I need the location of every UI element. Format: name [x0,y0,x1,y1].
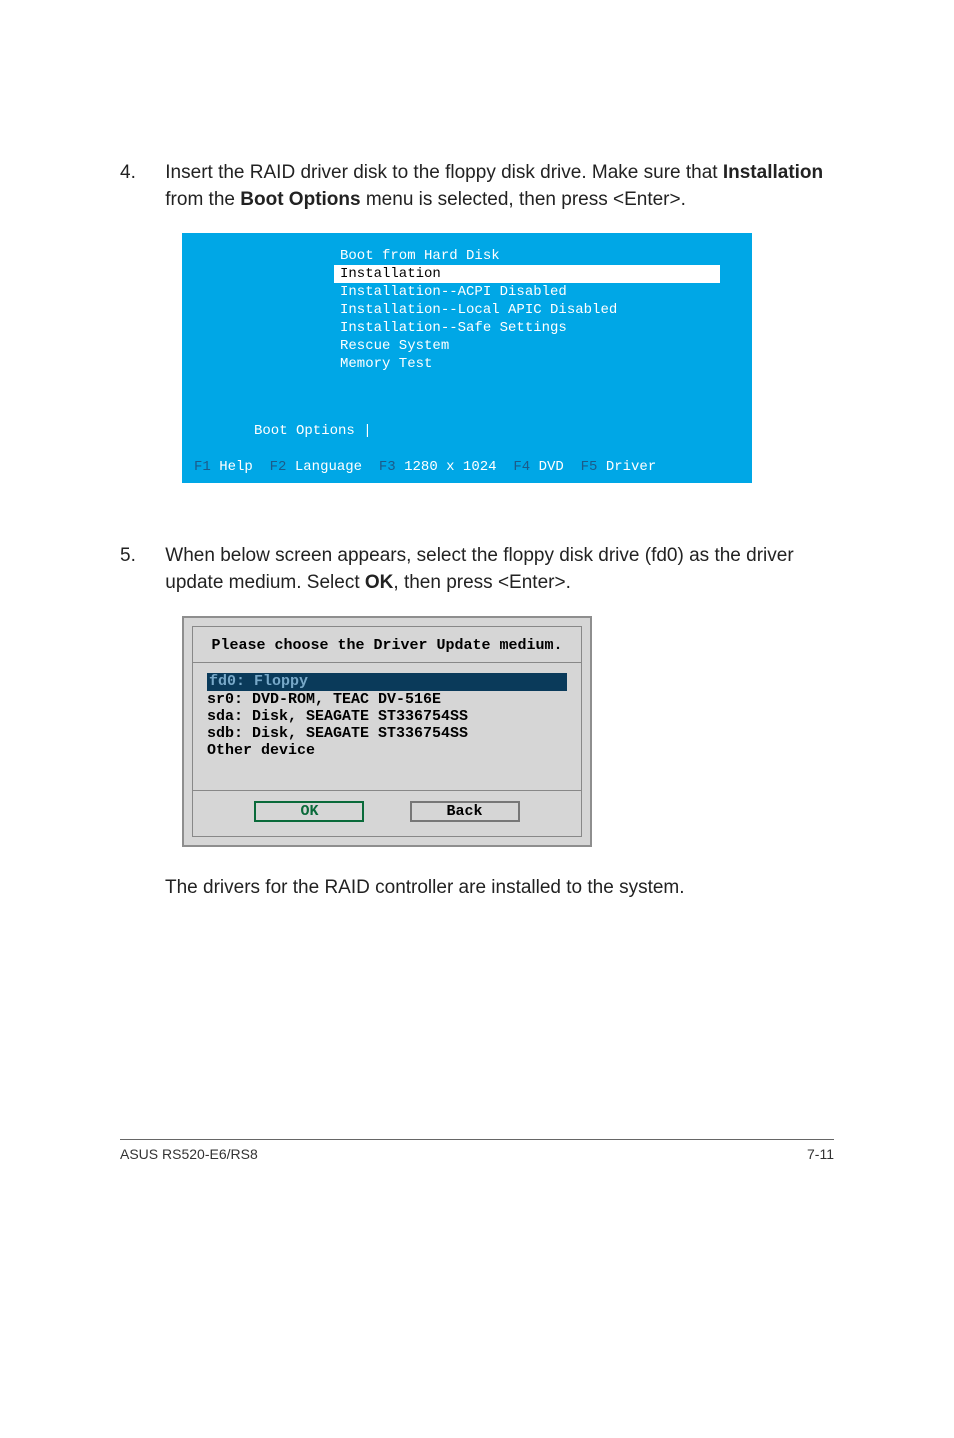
fkey-f4-label: F4 [513,459,530,475]
fkey-f5-label: F5 [581,459,598,475]
device-item-sr0[interactable]: sr0: DVD-ROM, TEAC DV-516E [207,691,567,708]
step5-bold1: OK [365,572,394,593]
boot-item-rescue-system[interactable]: Rescue System [334,337,740,355]
dialog-buttons-row: OK Back [193,791,581,836]
driver-update-dialog-inner: Please choose the Driver Update medium. … [192,626,582,836]
device-item-fd0[interactable]: fd0: Floppy [207,673,567,690]
boot-fkeys-row: F1 Help F2 Language F3 1280 x 1024 F4 DV… [194,459,740,475]
step4-text-mid: from the [165,189,240,210]
footer-right: 7-11 [807,1146,834,1162]
boot-item-acpi-disabled[interactable]: Installation--ACPI Disabled [334,283,740,301]
boot-item-local-apic-disabled[interactable]: Installation--Local APIC Disabled [334,301,740,319]
step4-bold2: Boot Options [240,189,360,210]
step4-bold1: Installation [723,162,823,183]
step5-instruction: 5. When below screen appears, select the… [120,543,834,596]
step4-text-suffix: menu is selected, then press <Enter>. [361,189,686,210]
fkey-f2-label: F2 [270,459,287,475]
boot-menu-list: Boot from Hard Disk Installation Install… [334,247,740,373]
post-note-text: The drivers for the RAID controller are … [165,877,834,899]
page-footer: ASUS RS520-E6/RS8 7-11 [120,1139,834,1162]
device-item-other[interactable]: Other device [207,742,567,759]
step4-number: 4. [120,160,160,187]
driver-update-dialog: Please choose the Driver Update medium. … [182,616,592,846]
dialog-title: Please choose the Driver Update medium. [193,627,581,662]
boot-item-memory-test[interactable]: Memory Test [334,355,740,373]
back-button[interactable]: Back [410,801,520,822]
fkey-f1-label: F1 [194,459,211,475]
step5-number: 5. [120,543,160,570]
device-item-sdb[interactable]: sdb: Disk, SEAGATE ST336754SS [207,725,567,742]
ok-button[interactable]: OK [254,801,364,822]
fkey-f3-value: 1280 x 1024 [404,459,496,475]
fkey-f1-value: Help [219,459,253,475]
step4-text-prefix: Insert the RAID driver disk to the flopp… [165,162,723,183]
device-list: fd0: Floppy sr0: DVD-ROM, TEAC DV-516E s… [207,673,567,759]
boot-item-safe-settings[interactable]: Installation--Safe Settings [334,319,740,337]
boot-item-hard-disk[interactable]: Boot from Hard Disk [334,247,740,265]
step4-body: Insert the RAID driver disk to the flopp… [165,160,825,213]
fkey-f3-label: F3 [379,459,396,475]
fkey-f5-value: Driver [606,459,656,475]
step5-body: When below screen appears, select the fl… [165,543,825,596]
dialog-separator-top [193,662,581,663]
fkey-f2-value: Language [295,459,362,475]
boot-options-label: Boot Options | [254,423,740,439]
step4-instruction: 4. Insert the RAID driver disk to the fl… [120,160,834,213]
boot-item-installation[interactable]: Installation [334,265,720,283]
boot-menu-screenshot: Boot from Hard Disk Installation Install… [182,233,752,483]
footer-left: ASUS RS520-E6/RS8 [120,1146,258,1162]
fkey-f4-value: DVD [539,459,564,475]
device-item-sda[interactable]: sda: Disk, SEAGATE ST336754SS [207,708,567,725]
step5-text-suffix: , then press <Enter>. [393,572,570,593]
